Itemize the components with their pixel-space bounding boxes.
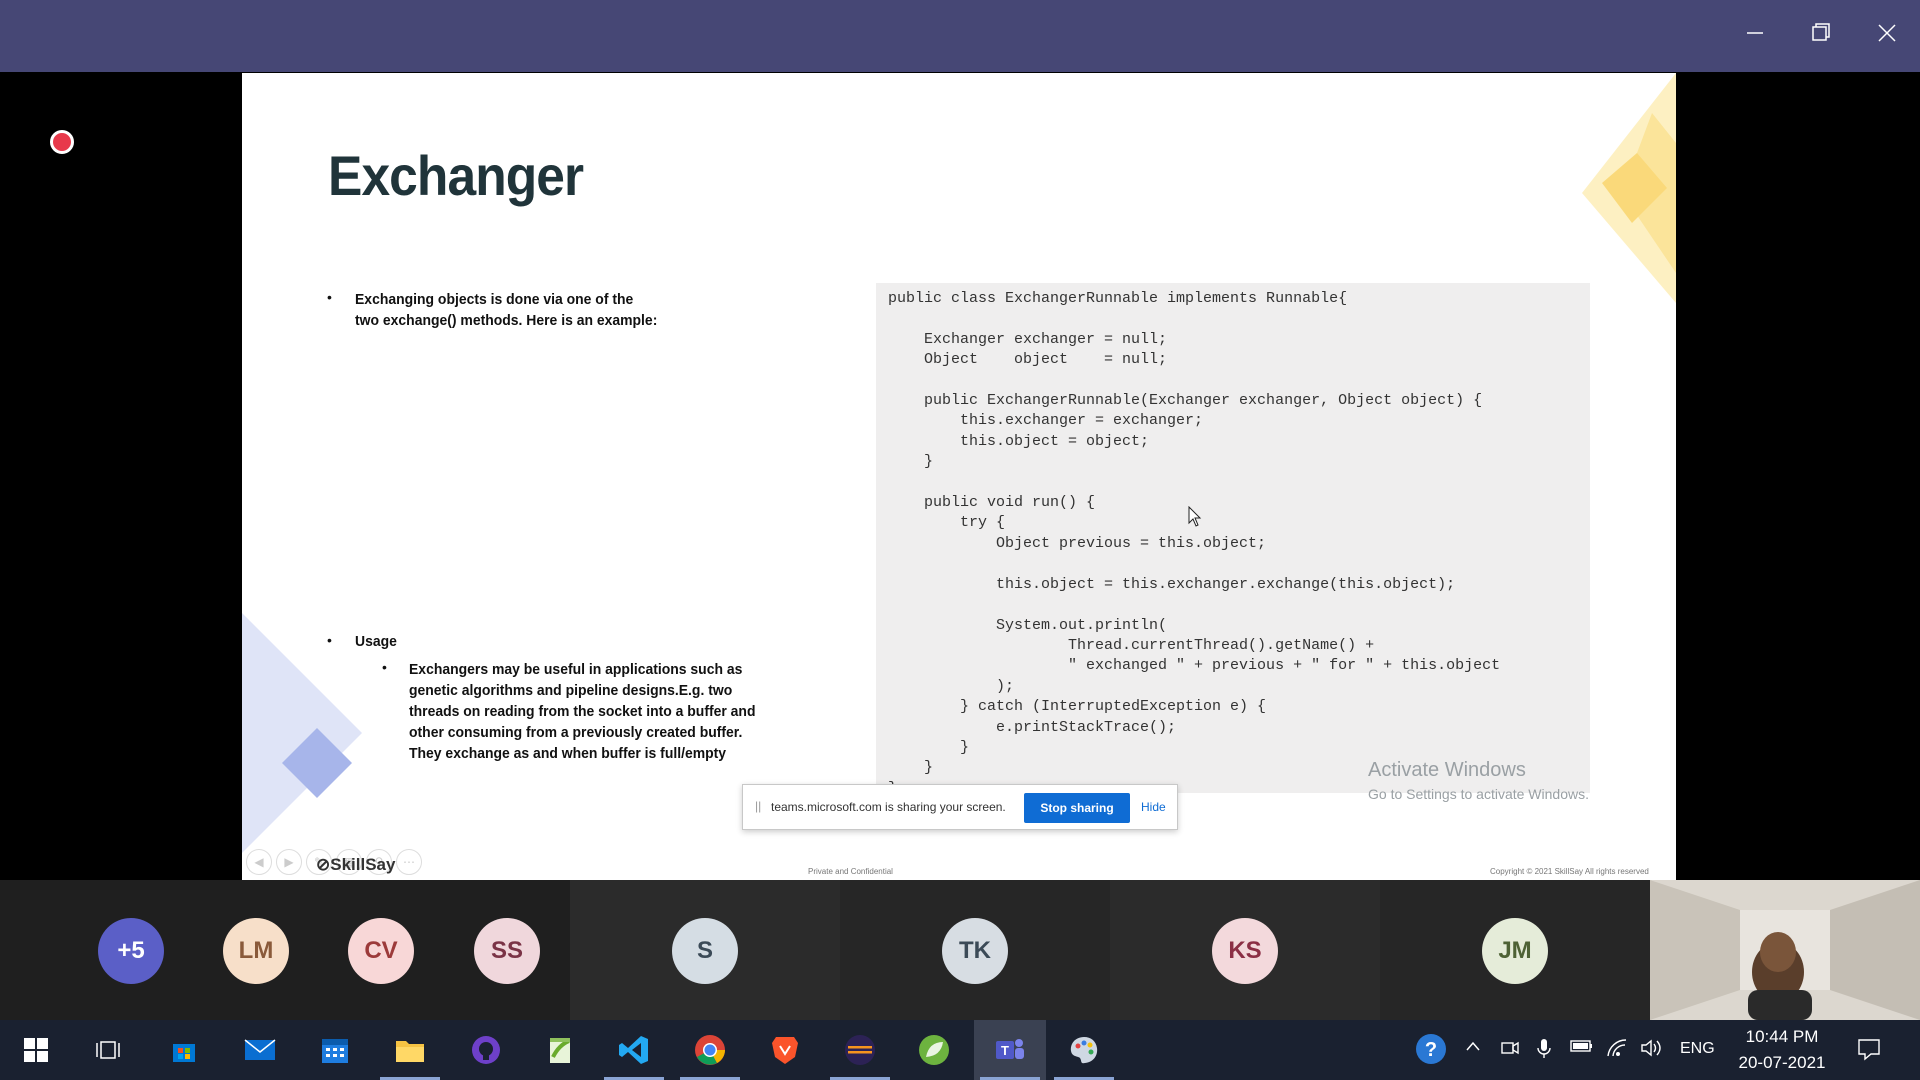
wifi-icon[interactable] — [1606, 1038, 1628, 1063]
teams-title-bar — [0, 0, 1920, 72]
spring-tool-suite-icon[interactable] — [914, 1030, 954, 1070]
microsoft-teams-icon[interactable]: T — [990, 1030, 1030, 1070]
sub-bullet-marker: • — [382, 659, 387, 675]
slide-decoration-bottom-left — [242, 613, 362, 853]
self-video-preview[interactable] — [1650, 880, 1920, 1020]
skillsay-logo-mark: ⊘ — [316, 855, 331, 874]
usage-heading: Usage — [355, 633, 397, 650]
bullet-line: two exchange() methods. Here is an examp… — [355, 312, 658, 329]
usage-line: genetic algorithms and pipeline designs.… — [409, 682, 733, 699]
chevron-up-icon[interactable] — [1464, 1038, 1482, 1061]
windows-start-icon[interactable] — [16, 1030, 56, 1070]
usage-line: They exchange as and when buffer is full… — [409, 745, 727, 762]
stop-sharing-button[interactable]: Stop sharing — [1024, 793, 1130, 823]
shared-slide: Exchanger • Exchanging objects is done v… — [242, 73, 1676, 880]
close-icon[interactable] — [1872, 18, 1902, 48]
participant-avatar: KS — [1212, 918, 1278, 984]
screen-share-banner: || teams.microsoft.com is sharing your s… — [742, 784, 1178, 830]
participant-tile[interactable]: JM — [1380, 880, 1650, 1020]
task-view-icon[interactable] — [88, 1030, 128, 1070]
minimize-icon[interactable] — [1740, 18, 1770, 48]
slide-more-icon[interactable]: ⋯ — [396, 849, 422, 875]
code-snippet: public class ExchangerRunnable implement… — [888, 290, 1501, 793]
slide-footer-copyright: Copyright © 2021 SkillSay All rights res… — [1490, 867, 1649, 876]
usage-line: Exchangers may be useful in applications… — [409, 661, 743, 678]
participant-avatar[interactable]: CV — [348, 918, 414, 984]
svg-text:T: T — [1001, 1043, 1009, 1058]
windows-taskbar: T ? ENG 10:44 PM 20-07-2021 — [0, 1020, 1920, 1080]
taskbar-clock[interactable]: 10:44 PM 20-07-2021 — [1732, 1024, 1832, 1076]
file-explorer-icon[interactable] — [390, 1030, 430, 1070]
slide-next-icon[interactable]: ▶ — [276, 849, 302, 875]
skillsay-logo-text: SkillSay — [330, 855, 396, 874]
github-desktop-icon[interactable] — [466, 1030, 506, 1070]
notifications-icon[interactable] — [1856, 1036, 1882, 1067]
battery-icon[interactable] — [1570, 1038, 1594, 1059]
chrome-icon[interactable] — [690, 1030, 730, 1070]
activate-windows-title: Activate Windows — [1368, 759, 1526, 781]
self-video-frame — [1650, 880, 1920, 1020]
notepad-plus-plus-icon[interactable] — [540, 1030, 580, 1070]
slide-footer-confidential: Private and Confidential — [808, 867, 893, 876]
bullet-marker: • — [327, 289, 332, 305]
mail-icon[interactable] — [240, 1030, 280, 1070]
participant-avatar[interactable]: SS — [474, 918, 540, 984]
usage-line: other consuming from a previously create… — [409, 724, 743, 741]
activate-windows-watermark: Activate Windows Go to Settings to activ… — [1368, 759, 1589, 802]
clock-date: 20-07-2021 — [1738, 1053, 1826, 1072]
skillsay-logo: ⊘SkillSay — [316, 855, 395, 875]
participants-strip: +5 LM CV SS S TK KS JM — [0, 880, 1920, 1020]
slide-decoration-top-right — [1582, 73, 1676, 303]
hide-banner-link[interactable]: Hide — [1141, 800, 1166, 814]
help-icon[interactable]: ? — [1414, 1032, 1448, 1071]
drag-handle-icon[interactable]: || — [755, 799, 761, 813]
bullet-marker: • — [327, 632, 332, 648]
participant-tile[interactable]: S — [570, 880, 840, 1020]
activate-windows-subtitle: Go to Settings to activate Windows. — [1368, 786, 1589, 802]
input-language[interactable]: ENG — [1680, 1040, 1715, 1058]
brave-browser-icon[interactable] — [765, 1030, 805, 1070]
share-banner-text: teams.microsoft.com is sharing your scre… — [771, 800, 1006, 814]
participant-avatar[interactable]: +5 — [98, 918, 164, 984]
microsoft-store-icon[interactable] — [164, 1030, 204, 1070]
slide-title: Exchanger — [328, 144, 584, 207]
restore-icon[interactable] — [1806, 18, 1836, 48]
recording-icon — [50, 130, 74, 154]
eclipse-ide-icon[interactable] — [840, 1030, 880, 1070]
volume-icon[interactable] — [1640, 1038, 1664, 1063]
microphone-icon[interactable] — [1536, 1038, 1552, 1065]
code-snippet-box: public class ExchangerRunnable implement… — [876, 283, 1590, 793]
usage-line: threads on reading from the socket into … — [409, 703, 756, 720]
clock-time: 10:44 PM — [1745, 1027, 1819, 1046]
slide-prev-icon[interactable]: ◀ — [246, 849, 272, 875]
participant-tile[interactable]: TK — [840, 880, 1110, 1020]
participant-avatar: JM — [1482, 918, 1548, 984]
paint-icon[interactable] — [1064, 1030, 1104, 1070]
participant-tile-group: +5 LM CV SS — [0, 880, 570, 1020]
mouse-cursor-icon — [1188, 506, 1202, 527]
svg-text:?: ? — [1425, 1039, 1437, 1061]
usage-description: Exchangers may be useful in applications… — [409, 659, 755, 764]
meet-now-icon[interactable] — [1500, 1038, 1520, 1063]
visual-studio-code-icon[interactable] — [614, 1030, 654, 1070]
bullet-exchange-text: Exchanging objects is done via one of th… — [355, 289, 657, 331]
bullet-line: Exchanging objects is done via one of th… — [355, 291, 634, 308]
participant-avatar: S — [672, 918, 738, 984]
participant-tile[interactable]: KS — [1110, 880, 1380, 1020]
participant-avatar[interactable]: LM — [223, 918, 289, 984]
participant-avatar: TK — [942, 918, 1008, 984]
calendar-icon[interactable] — [315, 1030, 355, 1070]
